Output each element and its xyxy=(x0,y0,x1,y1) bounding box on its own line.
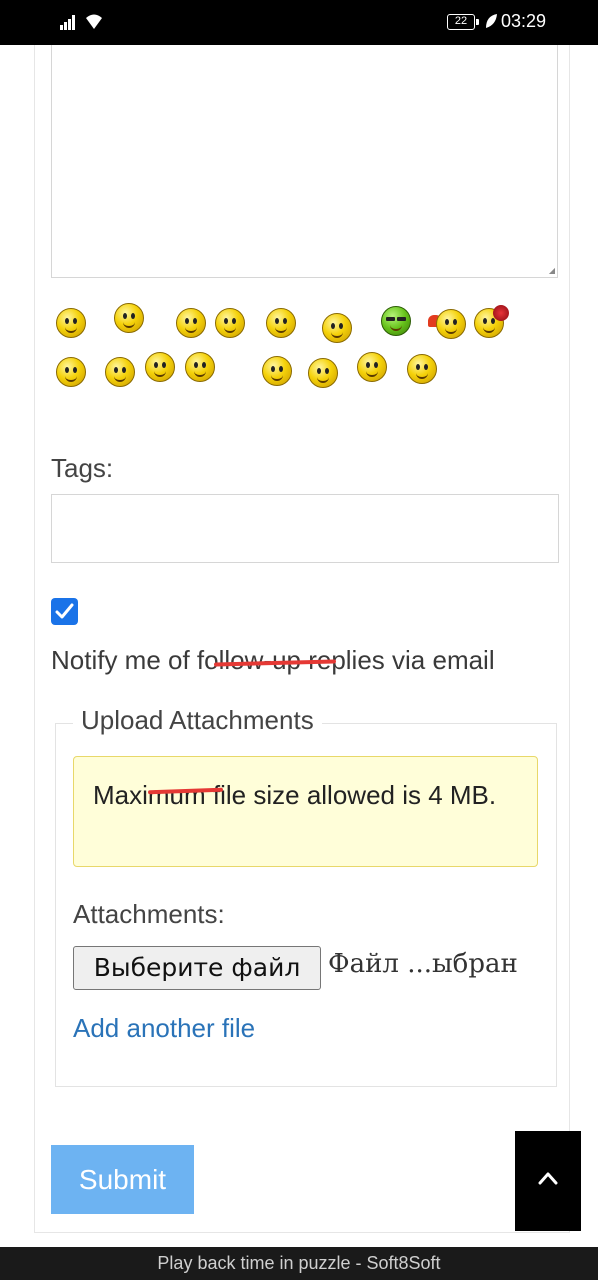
smiley-confused-icon[interactable] xyxy=(266,308,296,338)
status-bar: 22 03:29 xyxy=(0,0,598,45)
tags-input[interactable] xyxy=(51,494,559,563)
footer-banner: Play back time in puzzle - Soft8Soft xyxy=(0,1247,598,1280)
smiley-heart-icon[interactable] xyxy=(436,309,466,339)
wifi-icon xyxy=(86,14,102,29)
file-size-notice-text: Maximum file size allowed is 4 MB. xyxy=(93,780,497,810)
tags-label: Tags: xyxy=(51,453,114,483)
signal-icon xyxy=(60,14,76,30)
chevron-up-icon xyxy=(538,1172,558,1185)
smiley-surprised-icon[interactable] xyxy=(105,357,135,387)
smiley-cool-icon[interactable] xyxy=(381,306,411,336)
smiley-dance-icon[interactable] xyxy=(357,352,387,382)
smiley-happy-icon[interactable] xyxy=(56,357,86,387)
file-status-text: Файл ...ыбран xyxy=(328,949,518,979)
smiley-wink-icon[interactable] xyxy=(407,354,437,384)
smiley-exclaim-icon[interactable] xyxy=(262,356,292,386)
smiley-grin-icon[interactable] xyxy=(322,313,352,343)
upload-attachments-legend: Upload Attachments xyxy=(73,705,322,736)
battery-icon: 22 xyxy=(447,14,479,30)
smiley-wave-icon[interactable] xyxy=(56,308,86,338)
notify-checkbox[interactable] xyxy=(51,598,78,625)
smiley-thinking-icon[interactable] xyxy=(176,308,206,338)
comment-textarea[interactable]: ◢ xyxy=(51,45,558,278)
submit-button[interactable]: Submit xyxy=(51,1145,194,1214)
leaf-icon xyxy=(486,14,497,28)
checkmark-icon xyxy=(55,603,74,619)
attachments-label: Attachments: xyxy=(73,899,225,929)
resize-grip-icon[interactable]: ◢ xyxy=(549,266,555,275)
smiley-blink-icon[interactable] xyxy=(185,352,215,382)
smiley-smirk-icon[interactable] xyxy=(215,308,245,338)
choose-file-button[interactable]: Выберите файл xyxy=(73,946,321,990)
smiley-smile-icon[interactable] xyxy=(145,352,175,382)
clock-time: 03:29 xyxy=(501,11,547,31)
smiley-sad-icon[interactable] xyxy=(308,358,338,388)
add-another-file-link[interactable]: Add another file xyxy=(73,1013,255,1044)
scroll-to-top-button[interactable] xyxy=(515,1131,581,1231)
file-size-notice: Maximum file size allowed is 4 MB. xyxy=(73,756,538,867)
rose-icon xyxy=(493,305,509,321)
smiley-thumbs-up-icon[interactable] xyxy=(114,303,144,333)
